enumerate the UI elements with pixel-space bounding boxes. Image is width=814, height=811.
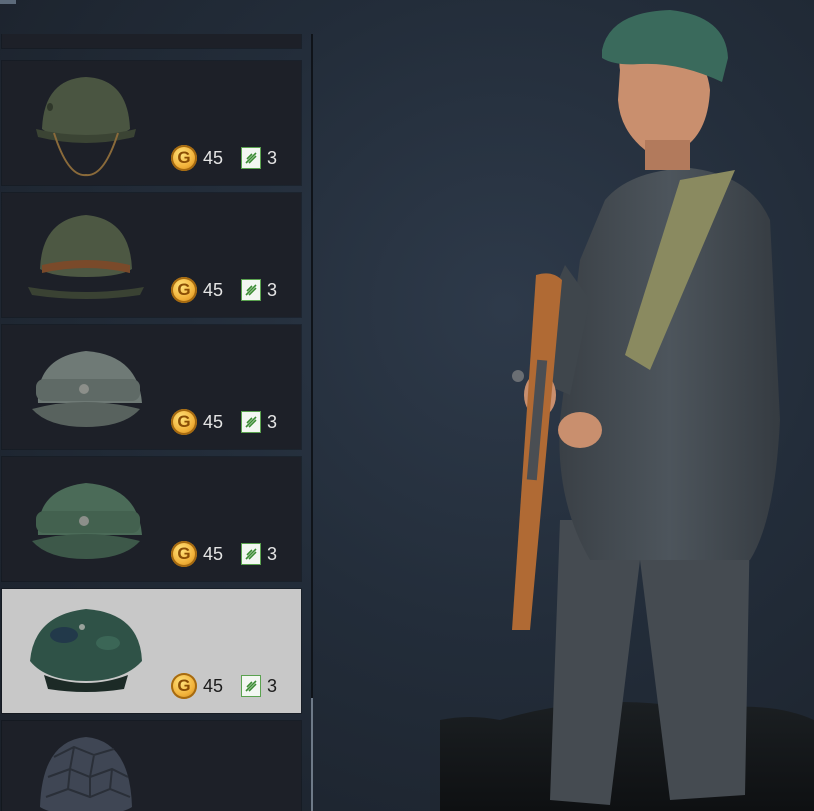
price-row: G 45 3	[171, 145, 277, 171]
soldier-character-preview[interactable]	[440, 0, 814, 811]
price-row: G 45 3	[171, 277, 277, 303]
green-ticket-icon	[241, 279, 261, 301]
ticket-count: 3	[267, 675, 278, 696]
list-item-grey-field-cap[interactable]: G 45 3	[2, 325, 301, 449]
gold-price: 45	[203, 147, 224, 168]
ticket-count: 3	[267, 543, 278, 564]
gold-coin-icon: G	[171, 409, 197, 435]
list-item-green-field-cap[interactable]: G 45 3	[2, 457, 301, 581]
list-item-steel-helmet-band[interactable]: G 45 3	[2, 193, 301, 317]
green-ticket-icon	[241, 543, 261, 565]
price-row: G 45 3	[171, 673, 277, 699]
gold-coin-icon: G	[171, 541, 197, 567]
green-field-cap-icon	[32, 483, 142, 559]
gold-price: 45	[203, 675, 224, 696]
gold-price: 45	[203, 279, 224, 300]
green-ticket-icon	[241, 675, 261, 697]
ticket-count: 3	[267, 411, 278, 432]
appearance-item-list[interactable]: G 50 4 G 45 3 G 45 3	[0, 34, 313, 811]
gold-price: 45	[203, 411, 224, 432]
grey-field-cap-icon	[32, 351, 142, 427]
price-row: G 45 3	[171, 541, 277, 567]
list-item-partial[interactable]: G 50 4	[2, 34, 301, 48]
ticket-count: 3	[267, 279, 278, 300]
gold-coin-icon: G	[171, 673, 197, 699]
price-row: G 45 3	[171, 409, 277, 435]
steel-helmet-band-icon	[28, 215, 144, 299]
gold-coin-icon: G	[171, 277, 197, 303]
camo-field-cap-icon	[30, 609, 142, 692]
netted-helmet-icon	[40, 737, 132, 811]
green-ticket-icon	[241, 411, 261, 433]
top-corner-strip	[0, 0, 16, 4]
list-scroll-thumb[interactable]	[311, 698, 313, 811]
gold-coin-icon: G	[171, 145, 197, 171]
list-item-camo-netted-helmet[interactable]: G	[2, 721, 301, 811]
list-item-camo-field-cap-selected[interactable]: G 45 3	[2, 589, 301, 713]
green-ticket-icon	[241, 147, 261, 169]
steel-helmet-icon	[36, 77, 136, 177]
ticket-count: 3	[267, 147, 278, 168]
list-scrollbar[interactable]	[311, 34, 313, 811]
list-item-steel-helmet[interactable]: G 45 3	[2, 61, 301, 185]
gold-price: 45	[203, 543, 224, 564]
